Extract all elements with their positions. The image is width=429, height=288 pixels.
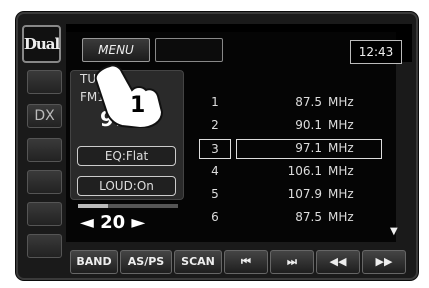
preset-unit: MHz <box>328 164 354 178</box>
volume-bar-fill <box>78 204 108 208</box>
preset-frequency: 90.1 <box>295 118 322 132</box>
loud-button[interactable]: LOUD:On <box>77 176 176 196</box>
preset-number: 2 <box>211 118 219 132</box>
preset-row[interactable]: 2 90.1 MHz <box>200 116 390 136</box>
blank-header-button[interactable] <box>155 38 223 62</box>
next-track-button[interactable]: ⏭ <box>270 250 314 274</box>
side-button-3[interactable] <box>27 138 62 162</box>
preset-row[interactable]: 3 97.1 MHz <box>199 139 390 159</box>
preset-frequency: 87.5 <box>295 95 322 109</box>
volume-bar <box>78 204 178 208</box>
preset-number: 6 <box>211 210 219 224</box>
preset-unit: MHz <box>328 210 354 224</box>
preset-frequency: 106.1 <box>287 164 322 178</box>
side-button-4[interactable] <box>27 170 62 194</box>
preset-row[interactable]: 6 87.5 MHz <box>200 208 390 228</box>
preset-unit: MHz <box>328 141 354 155</box>
pointing-hand-icon: 1 <box>94 64 164 128</box>
scan-button[interactable]: SCAN <box>174 250 222 274</box>
preset-row[interactable]: 5 107.9 MHz <box>200 185 390 205</box>
down-arrow-icon[interactable]: ▼ <box>390 226 398 237</box>
rewind-button[interactable]: ◀◀ <box>316 250 360 274</box>
preset-frequency: 87.5 <box>295 210 322 224</box>
dual-logo: Dual <box>22 25 61 63</box>
side-button-6[interactable] <box>27 234 62 258</box>
preset-number: 3 <box>199 139 231 159</box>
preset-unit: MHz <box>328 118 354 132</box>
volume-control[interactable]: ◄ 20 ► <box>80 212 145 233</box>
callout-number: 1 <box>130 93 145 118</box>
bottom-button-bar: BAND AS/PS SCAN ⏮ ⏭ ◀◀ ▶▶ <box>70 250 406 276</box>
forward-button[interactable]: ▶▶ <box>362 250 406 274</box>
eq-button[interactable]: EQ:Flat <box>77 146 176 166</box>
asps-button[interactable]: AS/PS <box>120 250 172 274</box>
preset-number: 4 <box>211 164 219 178</box>
preset-unit: MHz <box>328 95 354 109</box>
preset-unit: MHz <box>328 187 354 201</box>
menu-button[interactable]: MENU <box>82 38 150 62</box>
preset-row[interactable]: 1 87.5 MHz <box>200 93 390 113</box>
preset-number: 5 <box>211 187 219 201</box>
side-button-5[interactable] <box>27 202 62 226</box>
side-button-1[interactable] <box>27 70 62 94</box>
preset-frequency: 97.1 <box>295 141 322 155</box>
preset-number: 1 <box>211 95 219 109</box>
prev-track-button[interactable]: ⏮ <box>224 250 268 274</box>
dx-button[interactable]: DX <box>27 104 62 128</box>
preset-row[interactable]: 4 106.1 MHz <box>200 162 390 182</box>
band-button[interactable]: BAND <box>70 250 118 274</box>
preset-frequency: 107.9 <box>287 187 322 201</box>
clock-display: 12:43 <box>350 40 402 64</box>
